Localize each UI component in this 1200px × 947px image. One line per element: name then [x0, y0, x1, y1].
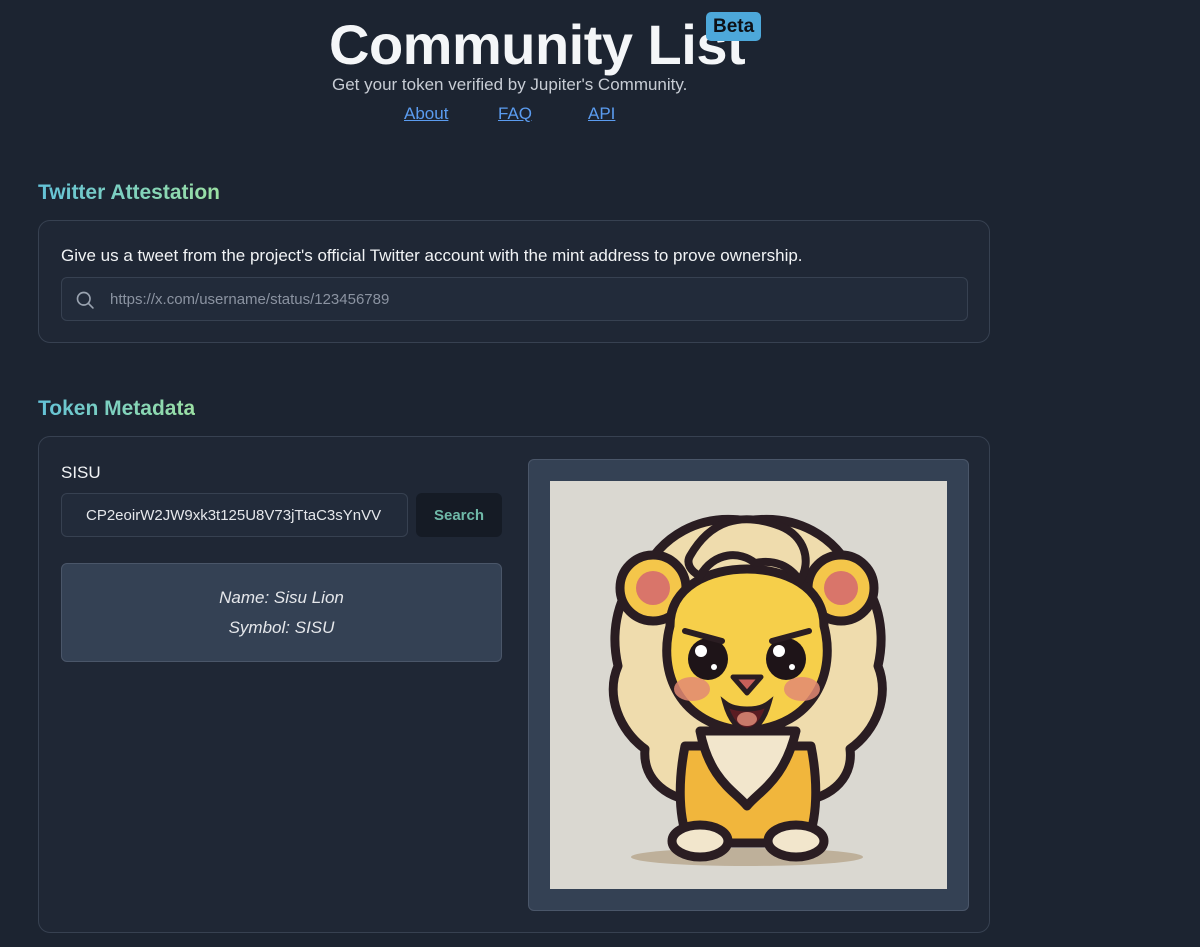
twitter-description: Give us a tweet from the project's offic…	[61, 246, 803, 265]
nav-link-faq[interactable]: FAQ	[498, 104, 532, 124]
beta-badge: Beta	[706, 12, 762, 41]
token-image-frame	[528, 459, 969, 911]
nav-link-about[interactable]: About	[404, 104, 448, 124]
title-wrap: Community List	[329, 12, 746, 78]
token-metadata-card: SISU Search Name: Sisu Lion Symbol: SISU	[38, 436, 990, 933]
search-button[interactable]: Search	[416, 493, 502, 537]
lion-logo-illustration	[608, 515, 887, 866]
token-image	[550, 481, 947, 889]
search-icon	[76, 291, 94, 309]
token-symbol-label: SISU	[61, 463, 101, 482]
page-subtitle: Get your token verified by Jupiter's Com…	[332, 75, 688, 94]
nav-link-api[interactable]: API	[588, 104, 615, 124]
token-symbol: Symbol: SISU	[228, 618, 335, 637]
mint-address-input[interactable]	[61, 493, 408, 537]
twitter-attestation-card: Give us a tweet from the project's offic…	[38, 220, 990, 343]
token-metadata-heading: Token Metadata	[38, 397, 196, 420]
token-name: Name: Sisu Lion	[219, 588, 344, 607]
page-title: Community List	[329, 13, 746, 76]
token-metadata-summary: Name: Sisu Lion Symbol: SISU	[61, 563, 502, 662]
twitter-attestation-heading: Twitter Attestation	[38, 181, 220, 204]
tweet-url-field[interactable]	[61, 277, 968, 321]
tweet-url-input[interactable]	[108, 278, 958, 320]
